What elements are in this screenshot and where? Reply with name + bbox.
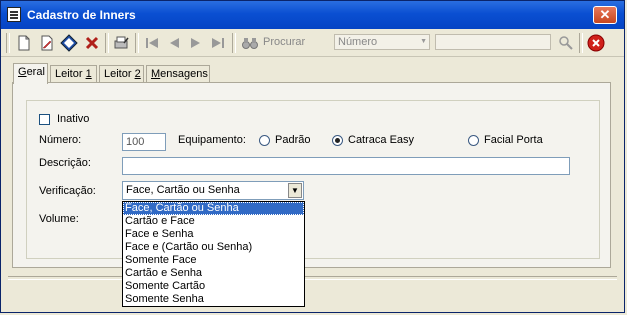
radio-padrao-label[interactable]: Padrão <box>275 134 310 146</box>
chevron-down-icon[interactable]: ▼ <box>288 183 302 198</box>
numero-label: Número: <box>39 134 82 146</box>
tab-leitor-2[interactable]: Leitor 2 <box>99 65 144 83</box>
search-field-value: Número <box>338 36 378 48</box>
radio-facial-porta-label[interactable]: Facial Porta <box>484 134 543 146</box>
title-bar: Cadastro de Inners ✕ <box>1 1 624 29</box>
dropdown-option[interactable]: Somente Senha <box>123 293 304 306</box>
toolbar: Procurar Número ▼ <box>1 30 624 57</box>
window-close-button[interactable]: ✕ <box>593 6 617 24</box>
toolbar-separator <box>232 33 236 53</box>
numero-input[interactable]: 100 <box>122 133 166 151</box>
radio-facial-porta[interactable] <box>468 135 479 146</box>
dropdown-option[interactable]: Face e (Cartão ou Senha) <box>123 241 304 254</box>
radio-catraca-easy-label[interactable]: Catraca Easy <box>348 134 414 146</box>
close-form-icon[interactable] <box>587 34 605 52</box>
verificacao-value: Face, Cartão ou Senha <box>126 184 240 196</box>
search-field-select[interactable]: Número ▼ <box>334 34 430 50</box>
volume-label: Volume: <box>39 213 79 225</box>
dropdown-option[interactable]: Face, Cartão ou Senha <box>123 202 304 215</box>
dropdown-option[interactable]: Face e Senha <box>123 228 304 241</box>
inativo-label: Inativo <box>57 113 90 125</box>
print-icon[interactable] <box>112 34 130 52</box>
search-icon[interactable] <box>557 34 575 52</box>
new-document-icon[interactable] <box>15 34 33 52</box>
footer-divider <box>8 276 617 280</box>
delete-icon[interactable] <box>83 34 101 52</box>
inativo-checkbox[interactable] <box>39 114 50 125</box>
descricao-input[interactable] <box>122 157 570 175</box>
tab-geral[interactable]: Geral <box>13 63 48 84</box>
save-icon[interactable] <box>60 34 78 52</box>
search-label[interactable]: Procurar <box>263 36 305 48</box>
search-input[interactable] <box>435 34 551 50</box>
equipamento-label: Equipamento: <box>178 134 246 146</box>
toolbar-separator <box>135 33 139 53</box>
toolbar-grip <box>6 33 10 53</box>
next-record-icon[interactable] <box>187 34 205 52</box>
dropdown-option[interactable]: Cartão e Face <box>123 215 304 228</box>
dropdown-option[interactable]: Somente Face <box>123 254 304 267</box>
verificacao-label: Verificação: <box>39 185 96 197</box>
dropdown-option[interactable]: Cartão e Senha <box>123 267 304 280</box>
previous-record-icon[interactable] <box>165 34 183 52</box>
form-group <box>26 100 600 259</box>
radio-padrao[interactable] <box>259 135 270 146</box>
verificacao-dropdown-list: Face, Cartão ou Senha Cartão e Face Face… <box>122 201 305 307</box>
toolbar-separator <box>579 33 583 53</box>
chevron-down-icon: ▼ <box>420 38 427 45</box>
edit-document-icon[interactable] <box>38 34 56 52</box>
window-title: Cadastro de Inners <box>27 8 136 22</box>
toolbar-separator <box>105 33 109 53</box>
first-record-icon[interactable] <box>143 34 161 52</box>
verificacao-select[interactable]: Face, Cartão ou Senha ▼ <box>122 181 304 200</box>
dropdown-option[interactable]: Somente Cartão <box>123 280 304 293</box>
binoculars-icon[interactable] <box>241 34 259 52</box>
descricao-label: Descrição: <box>39 157 91 169</box>
tab-mensagens[interactable]: Mensagens <box>146 65 210 83</box>
tab-leitor-1[interactable]: Leitor 1 <box>50 65 97 83</box>
app-icon <box>7 7 21 22</box>
last-record-icon[interactable] <box>209 34 227 52</box>
radio-catraca-easy[interactable] <box>332 135 343 146</box>
